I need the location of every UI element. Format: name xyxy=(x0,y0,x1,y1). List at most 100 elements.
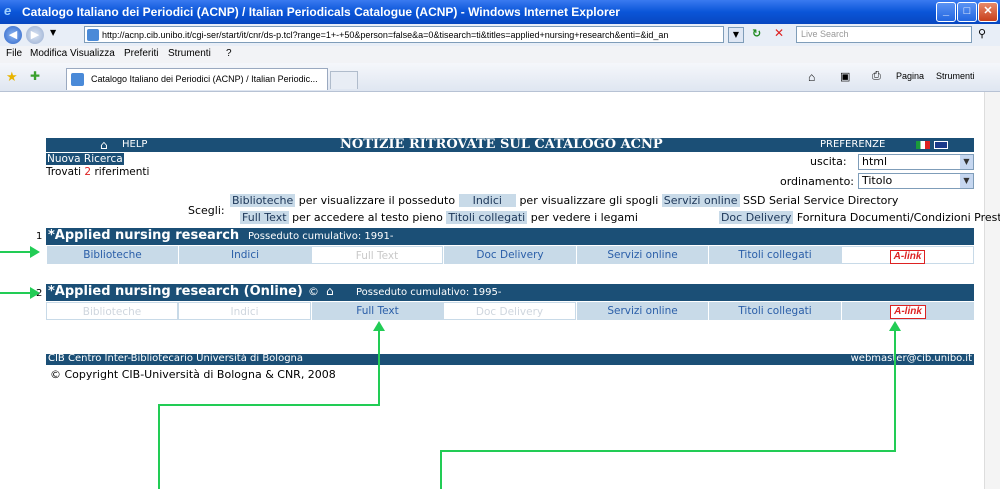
alink-button[interactable]: A-link xyxy=(841,246,974,264)
uk-flag-icon[interactable] xyxy=(934,141,948,149)
record-holdings: Posseduto cumulativo: 1991- xyxy=(248,231,394,242)
indici-button: Indici xyxy=(178,302,311,320)
help-link[interactable]: HELP xyxy=(122,139,147,150)
annotation-line xyxy=(158,404,160,489)
page-title: NOTIZIE RITROVATE SUL CATALOGO ACNP xyxy=(340,137,663,152)
menu-help[interactable]: ? xyxy=(226,48,232,59)
home-icon[interactable]: ⌂ xyxy=(100,138,108,152)
legend-titoli-text: per vedere i legami xyxy=(530,211,638,224)
order-label: ordinamento: xyxy=(780,175,855,188)
new-search-link[interactable]: Nuova Ricerca xyxy=(46,153,124,165)
url-text: http://acnp.cib.unibo.it/cgi-ser/start/i… xyxy=(102,30,669,40)
legend-doc-chip: Doc Delivery xyxy=(718,211,794,224)
record-title[interactable]: *Applied nursing research (Online) xyxy=(48,284,303,299)
biblioteche-button: Biblioteche xyxy=(46,302,178,320)
webmaster-link[interactable]: webmaster@cib.unibo.it xyxy=(851,353,972,364)
legend-row-1: Biblioteche per visualizzare il possedut… xyxy=(230,194,898,207)
annotation-line xyxy=(894,330,896,452)
ie-logo-icon: e xyxy=(4,3,12,18)
menu-bar: File Modifica Visualizza Preferiti Strum… xyxy=(0,46,1000,63)
tab-page-icon xyxy=(71,73,84,86)
minimize-button[interactable]: _ xyxy=(936,2,956,22)
history-dropdown-icon[interactable]: ▼ xyxy=(50,28,56,37)
copyright-text: © Copyright CIB-Università di Bologna & … xyxy=(50,368,336,381)
search-icon[interactable]: ⚲ xyxy=(978,27,986,40)
menu-strumenti[interactable]: Strumenti xyxy=(168,48,211,59)
output-label: uscita: xyxy=(810,155,847,168)
menu-preferiti[interactable]: Preferiti xyxy=(124,48,158,59)
browser-tab[interactable]: Catalogo Italiano dei Periodici (ACNP) /… xyxy=(66,68,328,90)
record-holdings: Posseduto cumulativo: 1995- xyxy=(356,287,502,298)
annotation-line xyxy=(378,330,380,406)
record-header: *Applied nursing research (Online) © ⌂ P… xyxy=(46,284,974,301)
servizi-online-button[interactable]: Servizi online xyxy=(576,302,708,320)
refresh-icon[interactable]: ↻ xyxy=(752,27,761,40)
legend-fulltext-text: per accedere al testo pieno xyxy=(292,211,443,224)
annotation-line xyxy=(158,404,380,406)
close-button[interactable]: ✕ xyxy=(978,2,998,22)
url-dropdown-icon[interactable]: ▼ xyxy=(728,27,744,43)
back-icon[interactable]: ◀ xyxy=(4,26,22,44)
order-value: Titolo xyxy=(862,174,893,187)
url-input[interactable]: http://acnp.cib.unibo.it/cgi-ser/start/i… xyxy=(84,26,724,43)
annotation-arrowhead xyxy=(889,321,901,331)
servizi-online-button[interactable]: Servizi online xyxy=(576,246,708,264)
print-icon[interactable]: ⎙ xyxy=(872,70,881,83)
maximize-button[interactable]: □ xyxy=(957,2,977,22)
chevron-down-icon: ▼ xyxy=(960,174,973,188)
preferences-link[interactable]: PREFERENZE xyxy=(820,139,885,150)
menu-visualizza[interactable]: Visualizza xyxy=(70,48,115,59)
page-header: ⌂ HELP NOTIZIE RITROVATE SUL CATALOGO AC… xyxy=(46,137,974,152)
italian-flag-icon[interactable] xyxy=(916,141,930,149)
legend-indici-chip: Indici xyxy=(458,194,516,207)
add-favorite-icon[interactable]: ✚ xyxy=(30,69,40,83)
window-titlebar: e Catalogo Italiano dei Periodici (ACNP)… xyxy=(0,0,1000,24)
doc-delivery-button[interactable]: Doc Delivery xyxy=(443,246,576,264)
alink-button[interactable]: A-link xyxy=(841,302,974,320)
doc-delivery-button: Doc Delivery xyxy=(443,302,576,320)
tools-menu-label[interactable]: Strumenti xyxy=(936,71,975,81)
biblioteche-button[interactable]: Biblioteche xyxy=(46,246,178,264)
favorites-star-icon[interactable]: ★ xyxy=(6,69,18,85)
favorites-bar: ★ ✚ Catalogo Italiano dei Periodici (ACN… xyxy=(0,63,1000,92)
record-header: *Applied nursing research Posseduto cumu… xyxy=(46,228,974,245)
legend-titoli-chip: Titoli collegati xyxy=(446,211,528,224)
feeds-icon[interactable]: ▣ xyxy=(840,70,850,83)
fulltext-button[interactable]: Full Text xyxy=(311,302,443,320)
record-index: 1 xyxy=(36,231,43,242)
found-count: 2 xyxy=(84,166,92,178)
new-tab-button[interactable] xyxy=(330,71,358,89)
chevron-down-icon: ▼ xyxy=(960,155,973,169)
titoli-collegati-button[interactable]: Titoli collegati xyxy=(708,302,841,320)
output-value: html xyxy=(862,155,888,168)
vertical-scrollbar[interactable] xyxy=(984,92,1000,489)
record-title[interactable]: *Applied nursing research xyxy=(48,228,239,243)
menu-file[interactable]: File xyxy=(6,48,22,59)
live-search-input[interactable]: Live Search xyxy=(796,26,972,43)
found-prefix: Trovati xyxy=(46,166,82,178)
page-footer: CIB Centro Inter-Bibliotecario Universit… xyxy=(46,353,974,365)
menu-modifica[interactable]: Modifica xyxy=(30,48,67,59)
page-menu-label[interactable]: Pagina xyxy=(896,71,924,81)
legend-row-2: Full Text per accedere al testo pieno Ti… xyxy=(240,211,1000,224)
home-icon[interactable]: ⌂ xyxy=(808,70,815,84)
stop-icon[interactable]: ✕ xyxy=(774,26,784,40)
annotation-line xyxy=(440,450,896,452)
record-action-bar: Biblioteche Indici Full Text Doc Deliver… xyxy=(46,246,974,264)
alink-logo: A-link xyxy=(890,305,926,319)
found-suffix: riferimenti xyxy=(94,166,150,178)
titoli-collegati-button[interactable]: Titoli collegati xyxy=(708,246,841,264)
forward-icon[interactable]: ▶ xyxy=(26,26,44,44)
legend-fulltext-chip: Full Text xyxy=(240,211,289,224)
legend-biblioteche-text: per visualizzare il posseduto xyxy=(298,194,456,207)
footer-org: CIB Centro Inter-Bibliotecario Universit… xyxy=(48,353,304,364)
annotation-line xyxy=(0,251,30,253)
indici-button[interactable]: Indici xyxy=(178,246,311,264)
record-action-bar: Biblioteche Indici Full Text Doc Deliver… xyxy=(46,302,974,320)
order-select[interactable]: Titolo ▼ xyxy=(858,173,974,189)
home-icon[interactable]: ⌂ xyxy=(326,284,334,298)
output-select[interactable]: html ▼ xyxy=(858,154,974,170)
tab-title: Catalogo Italiano dei Periodici (ACNP) /… xyxy=(91,74,318,84)
annotation-arrowhead xyxy=(30,246,40,258)
legend-servizi-text: SSD Serial Service Directory xyxy=(743,194,899,207)
